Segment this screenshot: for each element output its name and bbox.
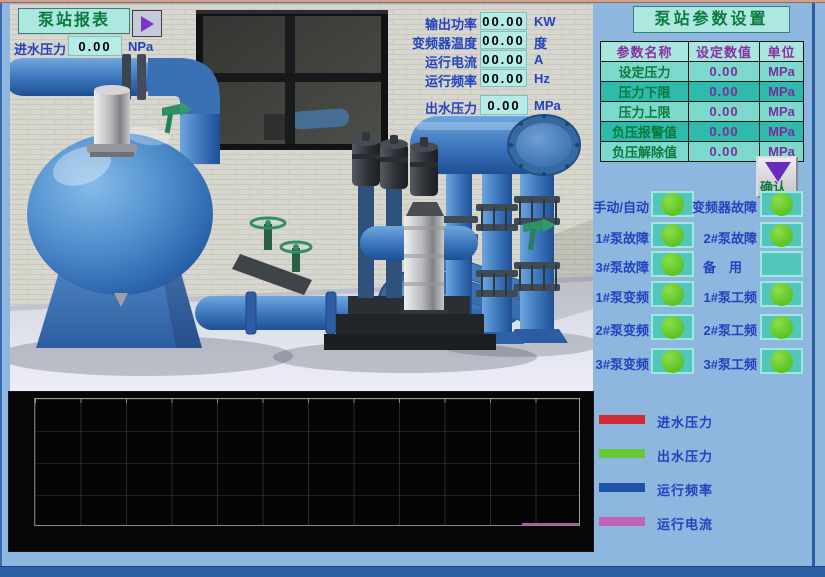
outlet-pressure-unit: MPa bbox=[534, 98, 561, 113]
left-border bbox=[0, 3, 2, 566]
inverter-temp-value: 00.00 bbox=[480, 31, 527, 49]
run-frequency-value: 00.00 bbox=[480, 69, 527, 87]
status-lamp-icon bbox=[770, 224, 793, 247]
output-power-label: 输出功率 bbox=[330, 14, 477, 33]
settings-row: 负压报警值 0.00 MPa bbox=[601, 122, 804, 142]
right-border bbox=[812, 3, 815, 566]
status-lamp-icon bbox=[770, 350, 793, 373]
param-unit: MPa bbox=[760, 102, 804, 122]
status-label-pump2-fault: 2#泵故障 bbox=[688, 228, 757, 247]
status-lamp-inverter-fault bbox=[760, 191, 803, 217]
status-label-pump3-fault: 3#泵故障 bbox=[589, 257, 649, 276]
status-label-inverter-fault: 变频器故障 bbox=[688, 197, 757, 216]
legend-label-run-frequency: 运行频率 bbox=[657, 480, 713, 499]
report-open-button[interactable] bbox=[132, 10, 162, 37]
status-label-pump1-fault: 1#泵故障 bbox=[589, 228, 649, 247]
inverter-temp-unit: 度 bbox=[534, 33, 547, 52]
status-label-manual-auto: 手动/自动 bbox=[589, 197, 649, 216]
run-current-label: 运行电流 bbox=[330, 52, 477, 71]
trend-plot-area bbox=[34, 398, 580, 526]
status-box-spare-empty bbox=[760, 251, 803, 277]
trend-chart bbox=[8, 391, 594, 552]
param-name: 负压解除值 bbox=[601, 142, 689, 162]
param-value-field[interactable]: 0.00 bbox=[689, 62, 760, 82]
status-label-pump1-vfd: 1#泵变频 bbox=[589, 287, 649, 306]
plot-tick-marks bbox=[35, 399, 579, 403]
bottom-border bbox=[0, 566, 825, 577]
play-icon bbox=[141, 16, 154, 32]
inlet-pressure-unit: NPa bbox=[128, 39, 153, 54]
param-name: 压力下限 bbox=[601, 82, 689, 102]
status-lamp-pump3-mains bbox=[760, 348, 803, 374]
param-value-field[interactable]: 0.00 bbox=[689, 122, 760, 142]
param-value-field[interactable]: 0.00 bbox=[689, 102, 760, 122]
run-current-unit: A bbox=[534, 52, 543, 67]
status-lamp-icon bbox=[661, 283, 684, 306]
status-label-pump3-mains: 3#泵工频 bbox=[688, 354, 757, 373]
settings-table: 参数名称 设定数值 单位 设定压力 0.00 MPa 压力下限 0.00 MPa… bbox=[600, 41, 804, 162]
legend-swatch-run-current bbox=[599, 517, 645, 526]
settings-header-row: 参数名称 设定数值 单位 bbox=[601, 42, 804, 62]
status-lamp-icon bbox=[770, 283, 793, 306]
outlet-pressure-label: 出水压力 bbox=[400, 98, 477, 117]
header-param-name: 参数名称 bbox=[601, 42, 689, 62]
legend-label-inlet-pressure: 进水压力 bbox=[657, 412, 713, 431]
settings-row: 压力上限 0.00 MPa bbox=[601, 102, 804, 122]
top-border bbox=[0, 0, 825, 3]
legend-swatch-outlet-pressure bbox=[599, 449, 645, 458]
status-lamp-pump2-fault bbox=[760, 222, 803, 248]
status-lamp-pump1-mains bbox=[760, 281, 803, 307]
legend-swatch-run-frequency bbox=[599, 483, 645, 492]
status-label-pump2-vfd: 2#泵变频 bbox=[589, 320, 649, 339]
param-name: 负压报警值 bbox=[601, 122, 689, 142]
param-name: 设定压力 bbox=[601, 62, 689, 82]
status-label-pump3-vfd: 3#泵变频 bbox=[589, 354, 649, 373]
legend-label-run-current: 运行电流 bbox=[657, 514, 713, 533]
header-unit: 单位 bbox=[760, 42, 804, 62]
param-unit: MPa bbox=[760, 82, 804, 102]
inlet-pressure-value: 0.00 bbox=[68, 36, 122, 56]
status-lamp-icon bbox=[770, 193, 793, 216]
outlet-pressure-value: 0.00 bbox=[480, 95, 528, 115]
status-lamp-icon bbox=[661, 350, 684, 373]
run-frequency-unit: Hz bbox=[534, 71, 550, 86]
inverter-temp-label: 变频器温度 bbox=[330, 33, 477, 52]
report-button[interactable]: 泵站报表 bbox=[18, 8, 130, 34]
status-lamp-icon bbox=[661, 316, 684, 339]
pump-station-hmi-screen: 泵站报表 进水压力 0.00 NPa 输出功率 00.00 KW 变频器温度 0… bbox=[0, 0, 825, 577]
settings-row: 设定压力 0.00 MPa bbox=[601, 62, 804, 82]
output-power-unit: KW bbox=[534, 14, 556, 29]
status-lamp-icon bbox=[770, 316, 793, 339]
status-lamp-icon bbox=[661, 224, 684, 247]
status-label-pump2-mains: 2#泵工频 bbox=[688, 320, 757, 339]
run-current-value: 00.00 bbox=[480, 50, 527, 68]
inlet-pressure-label: 进水压力 bbox=[14, 39, 66, 58]
header-set-value: 设定数值 bbox=[689, 42, 760, 62]
output-power-value: 00.00 bbox=[480, 12, 527, 30]
param-unit: MPa bbox=[760, 122, 804, 142]
param-value-field[interactable]: 0.00 bbox=[689, 82, 760, 102]
settings-row: 压力下限 0.00 MPa bbox=[601, 82, 804, 102]
status-label-spare: 备 用 bbox=[688, 257, 757, 276]
report-button-group: 泵站报表 bbox=[18, 8, 162, 37]
param-unit: MPa bbox=[760, 62, 804, 82]
status-lamp-pump2-mains bbox=[760, 314, 803, 340]
status-lamp-icon bbox=[661, 253, 684, 276]
settings-panel-title: 泵站参数设置 bbox=[633, 6, 790, 33]
param-value-field[interactable]: 0.00 bbox=[689, 142, 760, 162]
run-frequency-label: 运行频率 bbox=[330, 71, 477, 90]
status-label-pump1-mains: 1#泵工频 bbox=[688, 287, 757, 306]
legend-swatch-inlet-pressure bbox=[599, 415, 645, 424]
status-lamp-icon bbox=[661, 193, 684, 216]
legend-label-outlet-pressure: 出水压力 bbox=[657, 446, 713, 465]
run-current-trace bbox=[522, 523, 579, 525]
param-name: 压力上限 bbox=[601, 102, 689, 122]
